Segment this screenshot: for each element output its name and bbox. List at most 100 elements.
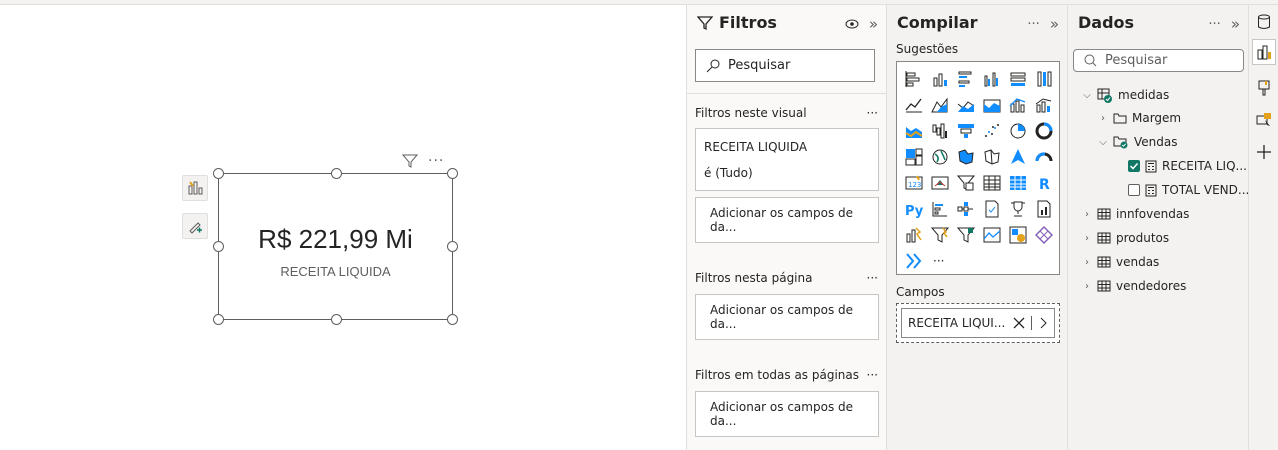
chevron-down-icon[interactable]: ⌵ xyxy=(1082,90,1092,101)
power-apps-icon[interactable] xyxy=(901,222,927,248)
pie-icon[interactable] xyxy=(1005,118,1031,144)
build-pane-button[interactable] xyxy=(1252,39,1276,65)
more-options-icon[interactable]: ··· xyxy=(867,106,878,120)
treemap-icon[interactable] xyxy=(901,144,927,170)
more-options-icon[interactable]: ··· xyxy=(867,368,878,382)
add-data-fields-visual[interactable]: Adicionar os campos de da... xyxy=(695,197,879,243)
azure-map-icon[interactable] xyxy=(1005,144,1031,170)
filter-card[interactable]: RECEITA LIQUIDA é (Tudo) xyxy=(695,128,879,191)
data-pane-button[interactable] xyxy=(1252,9,1276,35)
100-column-icon[interactable] xyxy=(1031,66,1057,92)
resize-handle[interactable] xyxy=(213,314,224,325)
matrix-icon[interactable] xyxy=(1005,170,1031,196)
more-visuals-icon[interactable]: ··· xyxy=(927,248,953,274)
custom-visual-icon[interactable] xyxy=(1005,222,1031,248)
tree-table-produtos[interactable]: › produtos xyxy=(1082,231,1169,245)
chevron-right-icon[interactable]: › xyxy=(1082,233,1092,244)
resize-handle[interactable] xyxy=(331,314,342,325)
close-icon[interactable] xyxy=(1013,317,1025,329)
checkbox-unchecked[interactable] xyxy=(1128,184,1140,196)
qa-icon[interactable] xyxy=(979,196,1005,222)
table-icon[interactable] xyxy=(979,170,1005,196)
python-visual-icon[interactable]: Py xyxy=(901,196,927,222)
chevron-right-icon[interactable]: › xyxy=(1082,257,1092,268)
100-area-icon[interactable] xyxy=(979,92,1005,118)
more-options-icon[interactable]: ··· xyxy=(1027,17,1039,32)
tree-table-medidas[interactable]: ⌵ medidas xyxy=(1082,87,1169,103)
tree-table-vendedores[interactable]: › vendedores xyxy=(1082,279,1186,293)
stacked-column-icon[interactable] xyxy=(927,66,953,92)
line-chart-icon[interactable] xyxy=(901,92,927,118)
map-icon[interactable] xyxy=(927,144,953,170)
more-options-icon[interactable]: ··· xyxy=(867,271,878,285)
add-pane-button[interactable] xyxy=(1252,139,1276,165)
resize-handle[interactable] xyxy=(447,168,458,179)
chevron-right-icon[interactable]: › xyxy=(1082,209,1092,220)
line-clustered-icon[interactable] xyxy=(1031,92,1057,118)
ribbon-chart-icon[interactable] xyxy=(901,118,927,144)
bookmarks-pane-button[interactable] xyxy=(1252,107,1276,133)
chevron-right-icon[interactable]: › xyxy=(1082,281,1092,292)
tree-table-innfovendas[interactable]: › innfovendas xyxy=(1082,207,1189,221)
field-pill[interactable]: RECEITA LIQUI... xyxy=(901,308,1055,338)
add-data-fields-page[interactable]: Adicionar os campos de da... xyxy=(695,294,879,340)
tree-measure-receita[interactable]: RECEITA LIQ... xyxy=(1128,159,1247,173)
chevron-down-icon[interactable]: ⌵ xyxy=(1098,137,1108,148)
filter-icon[interactable] xyxy=(402,154,418,168)
metrics-icon[interactable] xyxy=(953,222,979,248)
kpi-icon[interactable] xyxy=(927,170,953,196)
arcgis-icon[interactable] xyxy=(979,222,1005,248)
scatter-icon[interactable] xyxy=(979,118,1005,144)
card-icon[interactable]: 123 xyxy=(901,170,927,196)
checkbox-checked[interactable] xyxy=(1128,160,1140,172)
smart-narrative-icon[interactable] xyxy=(1005,196,1031,222)
stacked-bar-icon[interactable] xyxy=(901,66,927,92)
gauge-icon[interactable] xyxy=(1031,144,1057,170)
more-options-icon[interactable]: ··· xyxy=(428,153,444,169)
line-column-icon[interactable] xyxy=(1005,92,1031,118)
card-visual[interactable]: R$ 221,99 Mi RECEITA LIQUIDA xyxy=(213,168,458,325)
filled-map-icon[interactable] xyxy=(953,144,979,170)
area-chart-icon[interactable] xyxy=(927,92,953,118)
format-visual-button[interactable] xyxy=(182,175,208,201)
collapse-pane-icon[interactable]: » xyxy=(1231,15,1240,33)
shape-map-icon[interactable] xyxy=(979,144,1005,170)
decomposition-tree-icon[interactable] xyxy=(953,196,979,222)
donut-icon[interactable] xyxy=(1031,118,1057,144)
paginated-report-icon[interactable] xyxy=(1031,196,1057,222)
power-automate-icon[interactable] xyxy=(927,222,953,248)
diamond-visual-icon[interactable] xyxy=(1031,222,1057,248)
get-more-visuals-icon[interactable] xyxy=(901,248,927,274)
fields-well[interactable]: RECEITA LIQUI... xyxy=(896,303,1060,343)
add-data-fields-all[interactable]: Adicionar os campos de da... xyxy=(695,391,879,437)
resize-handle[interactable] xyxy=(213,168,224,179)
data-search-input[interactable]: Pesquisar xyxy=(1073,49,1244,72)
funnel-icon[interactable] xyxy=(953,118,979,144)
more-options-icon[interactable]: ··· xyxy=(1208,17,1220,32)
collapse-pane-icon[interactable]: » xyxy=(1050,15,1059,33)
resize-handle[interactable] xyxy=(213,241,224,252)
tree-measure-total[interactable]: TOTAL VEND... xyxy=(1128,183,1249,197)
stacked-area-icon[interactable] xyxy=(953,92,979,118)
waterfall-icon[interactable] xyxy=(927,118,953,144)
resize-handle[interactable] xyxy=(447,314,458,325)
format-pane-button[interactable] xyxy=(1252,75,1276,101)
filters-search-input[interactable]: Pesquisar xyxy=(695,49,875,82)
chevron-right-icon[interactable]: › xyxy=(1098,113,1108,124)
100-bar-icon[interactable] xyxy=(1005,66,1031,92)
resize-handle[interactable] xyxy=(331,168,342,179)
report-canvas[interactable]: ··· R$ 221,99 Mi RECEITA LIQUIDA xyxy=(0,5,686,450)
resize-handle[interactable] xyxy=(447,241,458,252)
tree-folder-vendas[interactable]: ⌵ Vendas xyxy=(1098,135,1177,149)
r-visual-icon[interactable]: R xyxy=(1031,170,1057,196)
key-influencers-icon[interactable] xyxy=(927,196,953,222)
brush-visual-button[interactable] xyxy=(182,213,208,239)
chevron-right-icon[interactable] xyxy=(1038,317,1048,329)
clustered-column-icon[interactable] xyxy=(979,66,1005,92)
eye-icon[interactable] xyxy=(845,19,859,29)
tree-table-vendas[interactable]: › vendas xyxy=(1082,255,1159,269)
tree-folder-margem[interactable]: › Margem xyxy=(1098,111,1181,125)
clustered-bar-icon[interactable] xyxy=(953,66,979,92)
slicer-icon[interactable] xyxy=(953,170,979,196)
collapse-pane-icon[interactable]: » xyxy=(869,15,878,33)
